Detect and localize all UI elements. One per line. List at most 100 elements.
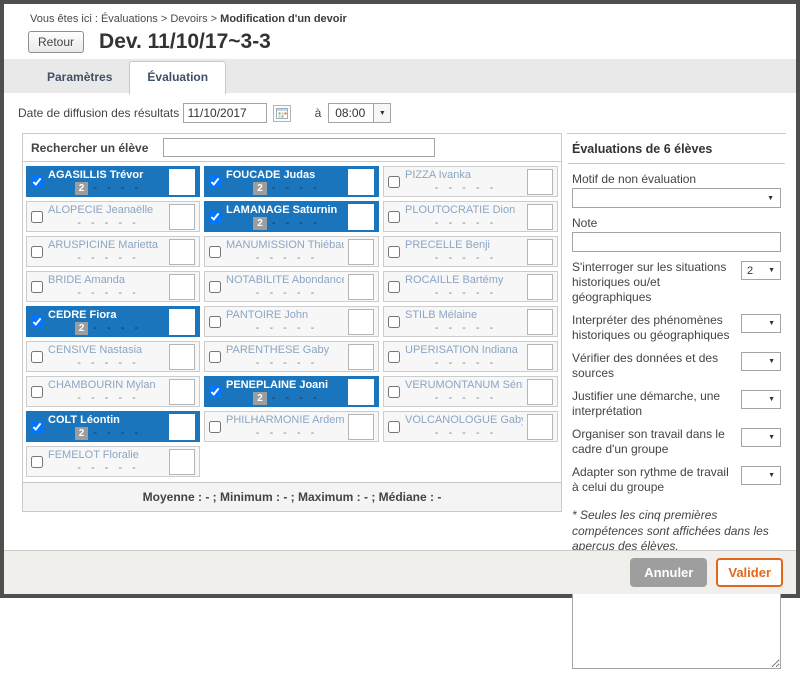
grade-box[interactable] (527, 239, 553, 265)
student-row[interactable]: FEMELOT Floralie- - - - - (26, 446, 200, 477)
student-checkbox[interactable] (209, 281, 221, 293)
student-row[interactable]: PRECELLE Benji- - - - - (383, 236, 558, 267)
student-checkbox[interactable] (209, 351, 221, 363)
competency-select[interactable]: 2▼ (741, 261, 781, 280)
grade-box[interactable] (527, 274, 553, 300)
student-checkbox[interactable] (209, 211, 221, 223)
student-row[interactable]: PIZZA Ivanka- - - - - (383, 166, 558, 197)
student-checkbox[interactable] (31, 176, 43, 188)
grade-box[interactable] (348, 309, 374, 335)
student-checkbox[interactable] (31, 456, 43, 468)
grade-box[interactable] (348, 414, 374, 440)
diffusion-date-input[interactable] (183, 103, 267, 123)
grade-box[interactable] (527, 379, 553, 405)
search-input[interactable] (163, 138, 435, 157)
grade-box[interactable] (169, 309, 195, 335)
student-checkbox[interactable] (388, 421, 400, 433)
student-marks: - - - - - (226, 322, 344, 334)
grade-box[interactable] (527, 414, 553, 440)
grade-box[interactable] (169, 204, 195, 230)
student-row[interactable]: CHAMBOURIN Mylan- - - - - (26, 376, 200, 407)
search-label: Rechercher un élève (31, 141, 163, 155)
grade-box[interactable] (169, 239, 195, 265)
appreciation-textarea[interactable] (572, 583, 781, 669)
student-row[interactable]: LAMANAGE Saturnin2- - - - (204, 201, 379, 232)
student-row[interactable]: ARUSPICINE Marietta- - - - - (26, 236, 200, 267)
student-row[interactable]: PENEPLAINE Joani2- - - - (204, 376, 379, 407)
student-checkbox[interactable] (31, 211, 43, 223)
student-row[interactable]: VERUMONTANUM Sénny- - - - - (383, 376, 558, 407)
student-checkbox[interactable] (31, 246, 43, 258)
student-checkbox[interactable] (388, 386, 400, 398)
grade-box[interactable] (527, 344, 553, 370)
student-checkbox[interactable] (31, 421, 43, 433)
grade-box[interactable] (348, 239, 374, 265)
student-row[interactable]: STILB Mélaine- - - - - (383, 306, 558, 337)
student-row[interactable]: PANTOIRE John- - - - - (204, 306, 379, 337)
student-name: COLT Léontin (48, 414, 165, 426)
student-checkbox[interactable] (209, 421, 221, 433)
competency-select[interactable]: ▼ (741, 428, 781, 447)
motif-select[interactable]: ▼ (572, 188, 781, 208)
student-row[interactable]: NOTABILITE Abondance- - - - - (204, 271, 379, 302)
student-checkbox[interactable] (388, 246, 400, 258)
student-row[interactable]: ALOPECIE Jeanaëlle- - - - - (26, 201, 200, 232)
grade-badge: 2 (75, 182, 89, 195)
student-checkbox[interactable] (209, 246, 221, 258)
competency-select[interactable]: ▼ (741, 352, 781, 371)
grade-box[interactable] (348, 274, 374, 300)
grade-box[interactable] (348, 344, 374, 370)
grade-box[interactable] (348, 204, 374, 230)
student-row[interactable]: CENSIVE Nastasia- - - - - (26, 341, 200, 372)
grade-box[interactable] (527, 169, 553, 195)
student-row[interactable]: MANUMISSION Thiébaud- - - - - (204, 236, 379, 267)
student-checkbox[interactable] (209, 176, 221, 188)
breadcrumb-trail[interactable]: Évaluations > Devoirs > (101, 13, 217, 25)
calendar-icon[interactable] (273, 105, 291, 122)
note-input[interactable] (572, 232, 781, 252)
student-checkbox[interactable] (31, 316, 43, 328)
student-row[interactable]: UPERISATION Indiana- - - - - (383, 341, 558, 372)
student-row[interactable]: PLOUTOCRATIE Dion- - - - - (383, 201, 558, 232)
student-checkbox[interactable] (31, 386, 43, 398)
grade-box[interactable] (169, 344, 195, 370)
student-checkbox[interactable] (388, 211, 400, 223)
grade-box[interactable] (169, 169, 195, 195)
student-checkbox[interactable] (388, 176, 400, 188)
grade-box[interactable] (169, 449, 195, 475)
competency-select[interactable]: ▼ (741, 466, 781, 485)
search-row: Rechercher un élève (23, 134, 561, 162)
student-checkbox[interactable] (388, 351, 400, 363)
student-row[interactable]: COLT Léontin2- - - - (26, 411, 200, 442)
student-row[interactable]: FOUCADE Judas2- - - - (204, 166, 379, 197)
student-checkbox[interactable] (388, 281, 400, 293)
grade-box[interactable] (169, 379, 195, 405)
student-checkbox[interactable] (31, 351, 43, 363)
student-row[interactable]: PHILHARMONIE Ardem- - - - - (204, 411, 379, 442)
competency-select[interactable]: ▼ (741, 390, 781, 409)
grade-box[interactable] (527, 204, 553, 230)
student-row[interactable]: ROCAILLE Bartémy- - - - - (383, 271, 558, 302)
competency-select[interactable]: ▼ (741, 314, 781, 333)
student-checkbox[interactable] (209, 386, 221, 398)
student-row[interactable]: VOLCANOLOGUE Gaby- - - - - (383, 411, 558, 442)
student-row[interactable]: CEDRE Fiora2- - - - (26, 306, 200, 337)
student-checkbox[interactable] (31, 281, 43, 293)
cancel-button[interactable]: Annuler (630, 558, 707, 587)
student-row[interactable]: BRIDE Amanda- - - - - (26, 271, 200, 302)
grade-box[interactable] (527, 309, 553, 335)
back-button[interactable]: Retour (28, 31, 84, 53)
student-checkbox[interactable] (209, 316, 221, 328)
grade-box[interactable] (348, 379, 374, 405)
time-select[interactable]: 08:00 ▼ (328, 103, 391, 123)
grade-box[interactable] (348, 169, 374, 195)
tab-evaluation[interactable]: Évaluation (129, 61, 226, 94)
competency-row: Organiser son travail dans le cadre d'un… (572, 427, 781, 457)
submit-button[interactable]: Valider (716, 558, 783, 587)
grade-box[interactable] (169, 274, 195, 300)
student-checkbox[interactable] (388, 316, 400, 328)
student-row[interactable]: PARENTHESE Gaby- - - - - (204, 341, 379, 372)
grade-box[interactable] (169, 414, 195, 440)
student-row[interactable]: AGASILLIS Trévor2- - - - (26, 166, 200, 197)
tab-parametres[interactable]: Paramètres (30, 62, 129, 93)
